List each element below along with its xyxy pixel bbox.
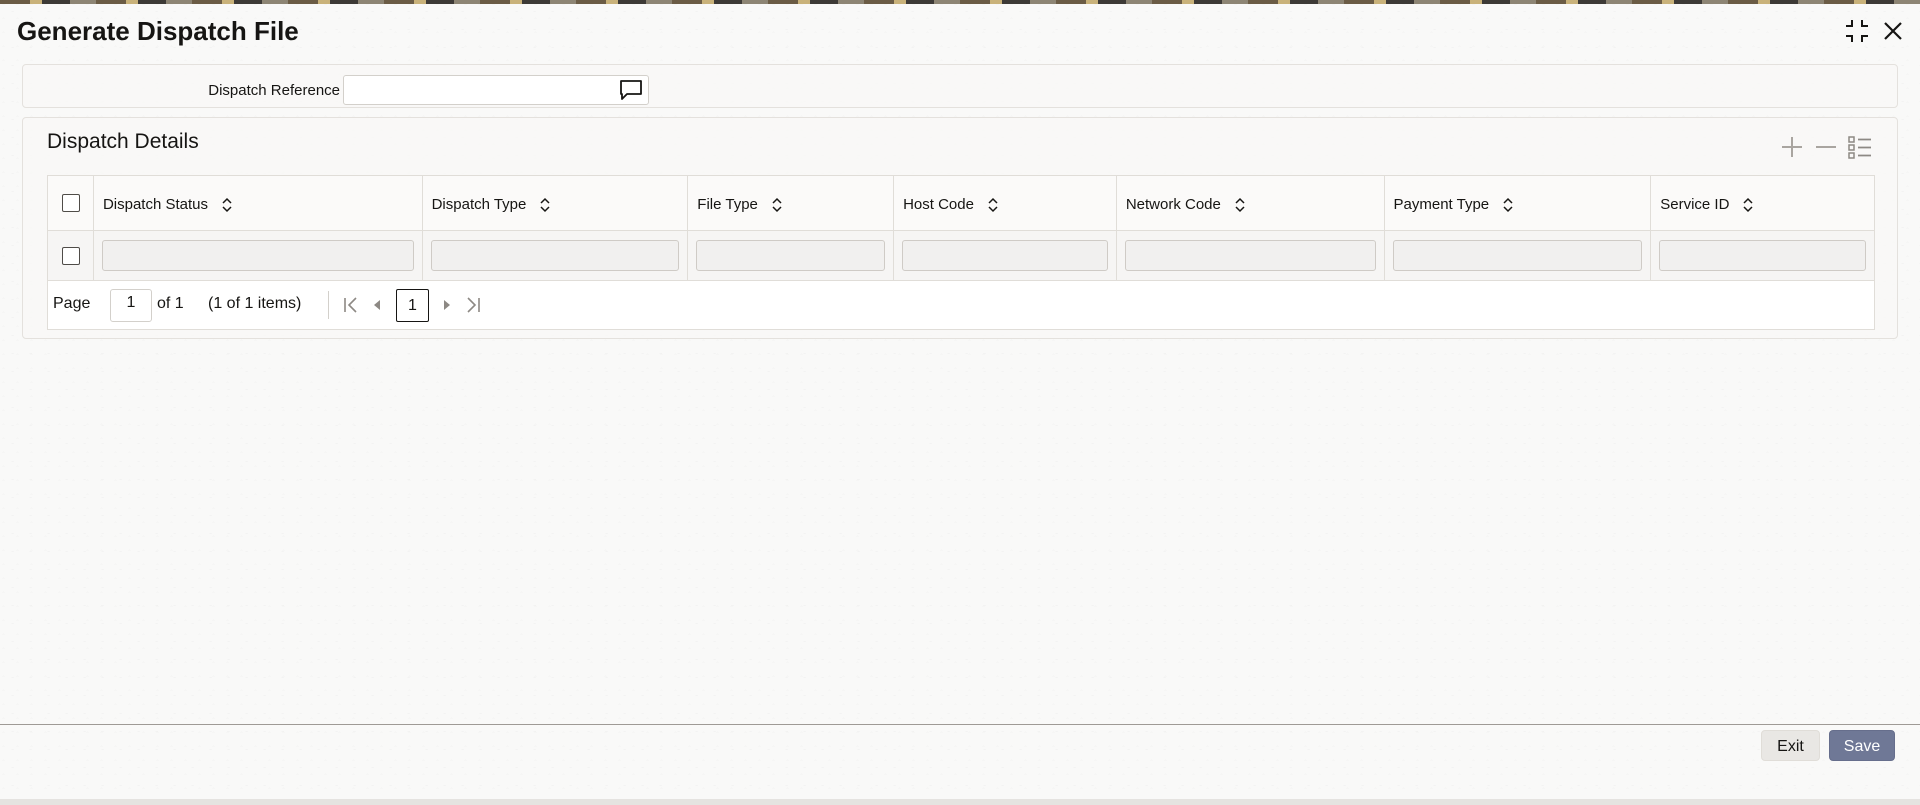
cell-file-type (688, 231, 895, 280)
speech-bubble-icon[interactable] (618, 78, 644, 102)
column-header-host-code[interactable]: Host Code (894, 176, 1117, 230)
page-number-button[interactable]: 1 (396, 289, 429, 322)
last-page-icon[interactable] (462, 294, 484, 316)
dispatch-details-panel: Dispatch Details Dispatch Status Dispatc… (22, 117, 1898, 339)
payment-type-input[interactable] (1392, 240, 1643, 271)
page-number-input[interactable]: 1 (110, 289, 152, 322)
grid-toolbar (1779, 134, 1873, 160)
save-button[interactable]: Save (1829, 730, 1895, 761)
column-header-service-id[interactable]: Service ID (1651, 176, 1874, 230)
window-header: Generate Dispatch File (0, 4, 1920, 56)
pagination-bar: Page 1 of 1 (1 of 1 items) 1 (48, 281, 1874, 329)
service-id-input[interactable] (1659, 240, 1866, 271)
column-header-payment-type[interactable]: Payment Type (1385, 176, 1652, 230)
column-header-dispatch-type[interactable]: Dispatch Type (423, 176, 689, 230)
pager-divider (328, 291, 329, 319)
sort-icon[interactable] (538, 197, 552, 213)
header-select-cell (48, 176, 94, 230)
dispatch-reference-label: Dispatch Reference (208, 82, 340, 99)
sort-icon[interactable] (1741, 197, 1755, 213)
network-code-input[interactable] (1124, 240, 1376, 271)
next-page-icon[interactable] (436, 294, 458, 316)
dispatch-reference-field (343, 75, 649, 105)
dispatch-type-input[interactable] (430, 240, 680, 271)
column-label: Dispatch Type (431, 196, 527, 213)
page-title: Generate Dispatch File (17, 16, 299, 46)
cell-dispatch-status (94, 231, 423, 280)
column-label: Dispatch Status (102, 196, 209, 213)
select-all-checkbox[interactable] (62, 194, 80, 212)
sort-icon[interactable] (220, 197, 234, 213)
list-icon[interactable] (1847, 134, 1873, 160)
exit-button[interactable]: Exit (1761, 730, 1820, 761)
column-label: Network Code (1125, 196, 1221, 213)
grid-header-row: Dispatch Status Dispatch Type File Type … (48, 176, 1874, 231)
cell-host-code (894, 231, 1117, 280)
sort-icon[interactable] (770, 197, 784, 213)
row-checkbox[interactable] (62, 246, 80, 265)
section-title: Dispatch Details (47, 130, 199, 153)
host-code-input[interactable] (902, 240, 1108, 271)
row-select-cell (48, 231, 94, 280)
column-label: Service ID (1660, 196, 1730, 213)
column-header-dispatch-status[interactable]: Dispatch Status (94, 176, 423, 230)
column-header-file-type[interactable]: File Type (688, 176, 895, 230)
cell-payment-type (1385, 231, 1652, 280)
minus-icon[interactable] (1813, 134, 1839, 160)
cell-dispatch-type (423, 231, 689, 280)
close-icon[interactable] (1880, 18, 1906, 44)
dispatch-status-input[interactable] (101, 240, 414, 271)
column-label: File Type (697, 196, 758, 213)
table-row (48, 231, 1874, 281)
cell-network-code (1117, 231, 1385, 280)
items-count-label: (1 of 1 items) (208, 295, 302, 312)
column-header-network-code[interactable]: Network Code (1117, 176, 1385, 230)
file-type-input[interactable] (696, 240, 886, 271)
footer-divider (0, 724, 1920, 725)
first-page-icon[interactable] (340, 294, 362, 316)
dispatch-reference-panel: Dispatch Reference (22, 64, 1898, 108)
dispatch-reference-input[interactable] (344, 76, 612, 104)
plus-icon[interactable] (1779, 134, 1805, 160)
compress-icon[interactable] (1844, 18, 1870, 44)
page-label: Page (53, 295, 91, 312)
window-controls (1844, 18, 1906, 44)
bottom-bar (0, 799, 1920, 805)
sort-icon[interactable] (986, 197, 1000, 213)
column-label: Payment Type (1393, 196, 1490, 213)
sort-icon[interactable] (1501, 197, 1515, 213)
page-count-label: of 1 (157, 295, 184, 312)
cell-service-id (1651, 231, 1874, 280)
sort-icon[interactable] (1233, 197, 1247, 213)
previous-page-icon[interactable] (366, 294, 388, 316)
dispatch-details-grid: Dispatch Status Dispatch Type File Type … (47, 175, 1875, 330)
column-label: Host Code (903, 196, 974, 213)
